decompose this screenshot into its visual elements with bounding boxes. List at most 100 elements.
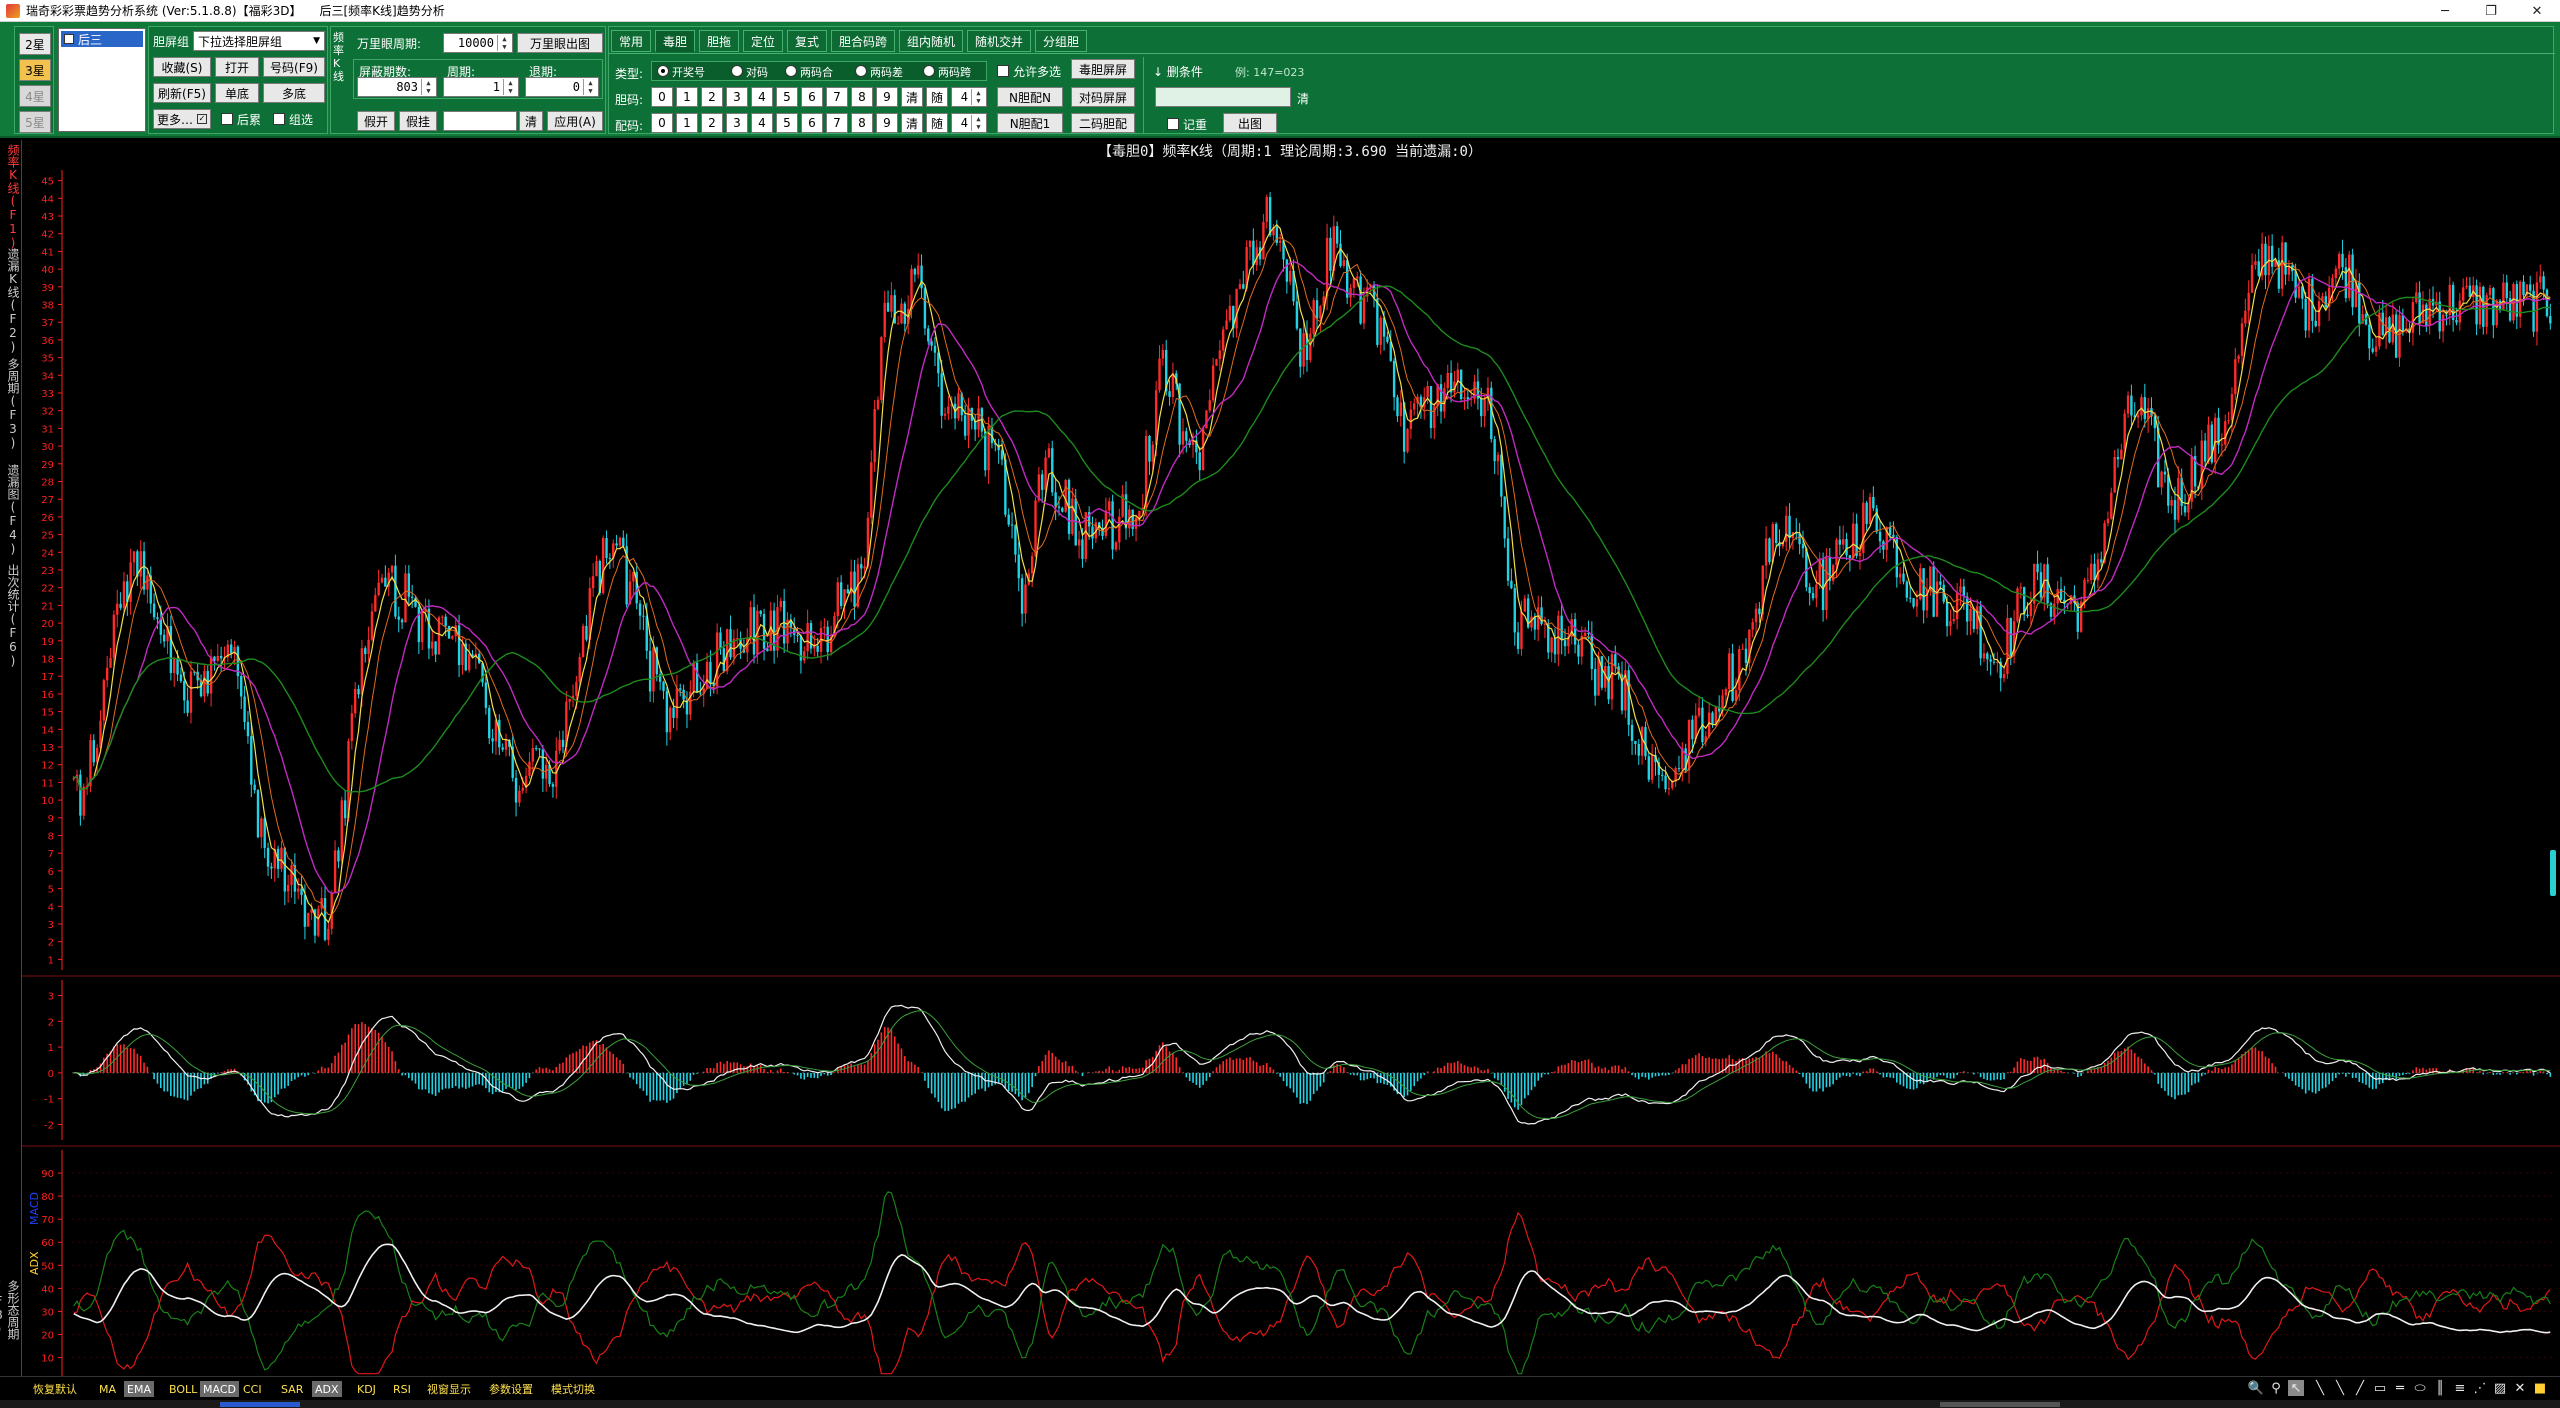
star-2-button[interactable]: 2星 [19, 33, 51, 55]
list-item[interactable]: 后三 [61, 31, 143, 47]
pair-random-count[interactable]: 4 ▲ ▼ [951, 113, 987, 133]
gall-digit-2[interactable]: 2 [701, 87, 723, 107]
delete-tool-icon[interactable]: ✕ [2512, 1380, 2528, 1396]
restore-button[interactable]: ❐ [2468, 0, 2514, 22]
pair-digit-7[interactable]: 7 [826, 113, 848, 133]
n-gall-button[interactable]: N胆配N [997, 87, 1063, 107]
n-one-button[interactable]: N胆配1 [997, 113, 1063, 133]
pair-digit-6[interactable]: 6 [801, 113, 823, 133]
type-radio-3[interactable] [785, 65, 797, 77]
spinner-icon[interactable]: ▲ ▼ [421, 79, 435, 95]
tab-multi-pattern[interactable]: 多形态周期(F8) [0, 1280, 20, 1388]
pin-icon[interactable]: ⚲ [2268, 1380, 2284, 1396]
tab-frequency-kline[interactable]: 频率K线(F1) [2, 144, 20, 250]
gall-clear-button[interactable]: 清 [901, 87, 923, 107]
poison-screen-button[interactable]: 毒胆屏屏 [1071, 59, 1135, 79]
more-button[interactable]: 更多… ✓ [153, 109, 211, 129]
spinner-icon[interactable]: ▲ ▼ [971, 115, 985, 131]
indicator-7[interactable]: SAR [278, 1381, 306, 1397]
collect-button[interactable]: 收藏(S) [153, 57, 211, 77]
tab-8[interactable]: 随机交并 [967, 30, 1031, 52]
star-4-button[interactable]: 4星 [19, 85, 51, 107]
pair-digit-3[interactable]: 3 [726, 113, 748, 133]
indicator-8[interactable]: ADX [312, 1381, 342, 1397]
chart-area[interactable]: 【毒胆0】频率K线（周期:1 理论周期:3.690 当前遗漏:0） 123456… [22, 140, 2560, 1380]
type-radio-4[interactable] [855, 65, 867, 77]
minimize-button[interactable]: ─ [2422, 0, 2468, 22]
tab-omission-kline[interactable]: 遗漏K线(F2) [2, 248, 20, 354]
tab-5[interactable]: 复式 [787, 30, 827, 52]
gall-digit-0[interactable]: 0 [651, 87, 673, 107]
pair-screen-button[interactable]: 对码屏屏 [1071, 87, 1135, 107]
zoom-icon[interactable]: 🔍 [2248, 1380, 2264, 1396]
fake-code-button[interactable]: 假挂 [399, 111, 437, 131]
type-radio-5[interactable] [923, 65, 935, 77]
dup-checkbox[interactable] [221, 113, 233, 125]
group-select[interactable]: 下拉选择胆屏组 ▼ [193, 31, 325, 51]
gall-digit-1[interactable]: 1 [676, 87, 698, 107]
pair-digit-8[interactable]: 8 [851, 113, 873, 133]
remember-checkbox[interactable] [1167, 118, 1179, 130]
color-tool-icon[interactable]: ■ [2532, 1380, 2548, 1396]
tab-occurrence-stats[interactable]: 出次统计(F6) [2, 564, 20, 668]
pair-digit-5[interactable]: 5 [776, 113, 798, 133]
indicator-3[interactable]: EMA [124, 1381, 154, 1397]
single-bottom-button[interactable]: 单底 [215, 83, 259, 103]
back-input[interactable]: 0 ▲ ▼ [525, 77, 599, 97]
indicator-13[interactable]: 模式切换 [548, 1381, 598, 1397]
fan-tool-icon[interactable]: ⋰ [2472, 1380, 2488, 1396]
indicator-4[interactable]: BOLL [166, 1381, 200, 1397]
chart-canvas[interactable]: 【毒胆0】频率K线（周期:1 理论周期:3.690 当前遗漏:0） 123456… [22, 140, 2560, 1380]
kill-input[interactable] [1155, 87, 1291, 107]
gall-digit-5[interactable]: 5 [776, 87, 798, 107]
number-button[interactable]: 号码(F9) [263, 57, 325, 77]
refresh-button[interactable]: 刷新(F5) [153, 83, 211, 103]
vline-tool-icon[interactable]: ║ [2432, 1380, 2448, 1396]
tab-7[interactable]: 组内随机 [899, 30, 963, 52]
indicator-11[interactable]: 视窗显示 [424, 1381, 474, 1397]
segment-tool-icon[interactable]: ╱ [2352, 1380, 2368, 1396]
pair-digit-4[interactable]: 4 [751, 113, 773, 133]
clear-button[interactable]: 清 [519, 111, 543, 131]
tab-4[interactable]: 定位 [743, 30, 783, 52]
star-5-button[interactable]: 5星 [19, 111, 51, 133]
type-radio-2[interactable] [731, 65, 743, 77]
tab-omission-chart[interactable]: 遗漏图(F4) [2, 464, 20, 556]
period-input[interactable]: 10000 ▲ ▼ [443, 33, 513, 53]
gall-digit-4[interactable]: 4 [751, 87, 773, 107]
tab-1[interactable]: 常用 [611, 30, 651, 52]
tab-9[interactable]: 分组胆 [1035, 30, 1087, 52]
indicator-12[interactable]: 参数设置 [486, 1381, 536, 1397]
indicator-1[interactable]: 恢复默认 [30, 1381, 80, 1397]
cycle-input[interactable]: 1 ▲ ▼ [443, 77, 519, 97]
tab-multi-period[interactable]: 多周期(F3) [2, 358, 20, 450]
position-list[interactable]: 后三 [58, 28, 146, 132]
allow-multi-checkbox[interactable] [997, 65, 1009, 77]
tab-6[interactable]: 胆合码跨 [831, 30, 895, 52]
type-radio-1[interactable] [657, 65, 669, 77]
gall-digit-9[interactable]: 9 [876, 87, 898, 107]
spinner-icon[interactable]: ▲ ▼ [583, 79, 597, 95]
count-input[interactable]: 803 ▲ ▼ [357, 77, 437, 97]
close-button[interactable]: ✕ [2514, 0, 2560, 22]
scroll-thumb[interactable] [1940, 1402, 2060, 1407]
gall-random-count[interactable]: 4 ▲ ▼ [951, 87, 987, 107]
hline-tool-icon[interactable]: ═ [2392, 1380, 2408, 1396]
rect-tool-icon[interactable]: ▭ [2372, 1380, 2388, 1396]
group-checkbox[interactable] [273, 113, 285, 125]
fake-input[interactable] [443, 111, 517, 131]
tab-2[interactable]: 毒胆 [655, 30, 695, 52]
pair-digit-0[interactable]: 0 [651, 113, 673, 133]
pair-digit-1[interactable]: 1 [676, 113, 698, 133]
gall-digit-7[interactable]: 7 [826, 87, 848, 107]
two-gall-button[interactable]: 二码胆配 [1071, 113, 1135, 133]
tab-3[interactable]: 胆拖 [699, 30, 739, 52]
period-chart-button[interactable]: 万里眼出图 [517, 33, 603, 53]
open-button[interactable]: 打开 [215, 57, 259, 77]
multi-bottom-button[interactable]: 多底 [263, 83, 325, 103]
ellipse-tool-icon[interactable]: ⬭ [2412, 1380, 2428, 1396]
indicator-10[interactable]: RSI [390, 1381, 414, 1397]
fake-open-button[interactable]: 假开 [357, 111, 395, 131]
indicator-5[interactable]: MACD [200, 1381, 239, 1397]
pair-random-button[interactable]: 随 [926, 113, 948, 133]
